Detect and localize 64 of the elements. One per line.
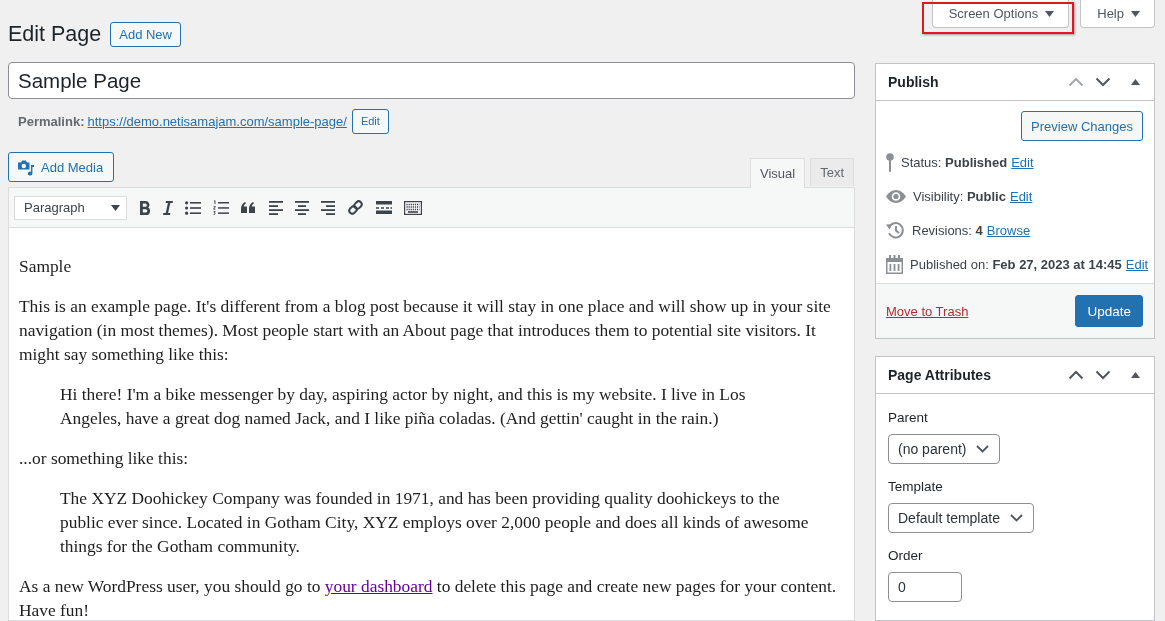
chevron-up-icon[interactable] xyxy=(1068,370,1084,380)
revisions-text: Revisions: 4 xyxy=(912,222,983,238)
edit-link[interactable]: Edit xyxy=(1009,188,1033,204)
align-left-icon[interactable] xyxy=(269,200,283,215)
field-label: Parent xyxy=(888,409,928,427)
pin-icon xyxy=(886,152,894,172)
calendar-icon xyxy=(886,254,903,274)
dropdown-select[interactable]: (no parent) xyxy=(888,434,1001,464)
publish-date-text: Published on: Feb 27, 2023 at 14:45 xyxy=(910,256,1122,272)
align-center-icon[interactable] xyxy=(295,200,309,215)
title-field[interactable]: Sample Page xyxy=(8,62,855,99)
permalink-edit-button[interactable]: Edit xyxy=(351,108,389,134)
quote-paragraph: The XYZ Doohickey Company was founded in 1971, and has been providing quality doohickeys to the public ever since. Located in Gotham City, XYZ employs over 2,000 people and does all kinds of awesome things for the Gotham community. xyxy=(60,487,809,558)
field-label: Order xyxy=(888,547,923,565)
bold-icon[interactable] xyxy=(139,199,150,216)
italic-icon[interactable] xyxy=(162,200,173,215)
keyboard-icon[interactable] xyxy=(404,200,422,215)
chevron-down-icon[interactable] xyxy=(1095,77,1111,87)
caret-up-icon[interactable] xyxy=(1131,79,1140,85)
panel-title: Publish xyxy=(888,74,940,90)
dashboard-link[interactable]: your dashboard xyxy=(324,576,433,596)
browse-link[interactable]: Browse xyxy=(986,222,1031,238)
caret-down-icon xyxy=(1045,10,1055,17)
add-new-button[interactable]: Add New xyxy=(110,22,181,47)
editor-tab[interactable]: Visual xyxy=(749,158,806,188)
format-select[interactable]: Paragraph xyxy=(14,195,127,220)
body-paragraph: As a new WordPress user, you should go to your dashboard to delete this page and create new pages for your content. Have fun! xyxy=(19,575,838,620)
page-heading: Edit Page xyxy=(8,22,102,47)
media-icon xyxy=(17,158,35,176)
edit-link[interactable]: Edit xyxy=(1125,256,1149,272)
move-to-trash-link[interactable]: Move to Trash xyxy=(886,303,969,319)
link-icon[interactable] xyxy=(347,199,364,216)
permalink-url[interactable]: https://demo.netisamajam.com/sample-page/ xyxy=(87,113,347,129)
align-right-icon[interactable] xyxy=(321,200,335,215)
editor-tab[interactable]: Text xyxy=(810,158,854,186)
status-text: Status: Published xyxy=(901,154,1008,170)
history-icon xyxy=(886,221,905,239)
chevron-down-icon xyxy=(976,445,990,453)
update-button[interactable]: Update xyxy=(1075,295,1143,327)
body-paragraph: ...or something like this: xyxy=(19,447,190,470)
bullet-list-icon[interactable] xyxy=(185,200,201,215)
screen-options-button[interactable]: Screen Options xyxy=(931,0,1070,28)
chevron-down-icon[interactable] xyxy=(1095,370,1111,380)
caret-down-icon xyxy=(1131,10,1140,17)
caret-down-icon xyxy=(111,204,120,211)
read-more-icon[interactable] xyxy=(376,201,392,214)
dropdown-select[interactable]: Default template xyxy=(888,503,1034,533)
blockquote-icon[interactable] xyxy=(241,202,257,213)
panel-title: Page Attributes xyxy=(888,367,992,383)
visibility-text: Visibility: Public xyxy=(913,188,1006,204)
body-paragraph: Sample xyxy=(19,255,73,278)
quote-paragraph: Hi there! I'm a bike messenger by day, aspiring actor by night, and this is my website. I live in Los Angeles, have a great dog named Jack, and I like piña coladas. (And gettin' caught in the rain.) xyxy=(60,383,747,430)
edit-link[interactable]: Edit xyxy=(1011,154,1034,170)
preview-changes-button[interactable]: Preview Changes xyxy=(1021,111,1143,141)
body-paragraph: This is an example page. It's different from a blog post because it will stay in one place and will show up in your site navigation (in most themes). Most people start with an About page that introduces them to potential site visitors. It might say something like this: xyxy=(19,295,832,366)
numbered-list-icon[interactable] xyxy=(213,199,229,216)
caret-up-icon[interactable] xyxy=(1131,372,1140,378)
add-media-button[interactable]: Add Media xyxy=(8,152,115,182)
help-button[interactable]: Help xyxy=(1080,0,1155,28)
field-label: Template xyxy=(888,478,943,496)
eye-icon xyxy=(886,189,906,203)
order-input[interactable]: 0 xyxy=(888,572,962,602)
chevron-down-icon xyxy=(1009,514,1023,522)
permalink-label: Permalink: xyxy=(18,113,85,129)
